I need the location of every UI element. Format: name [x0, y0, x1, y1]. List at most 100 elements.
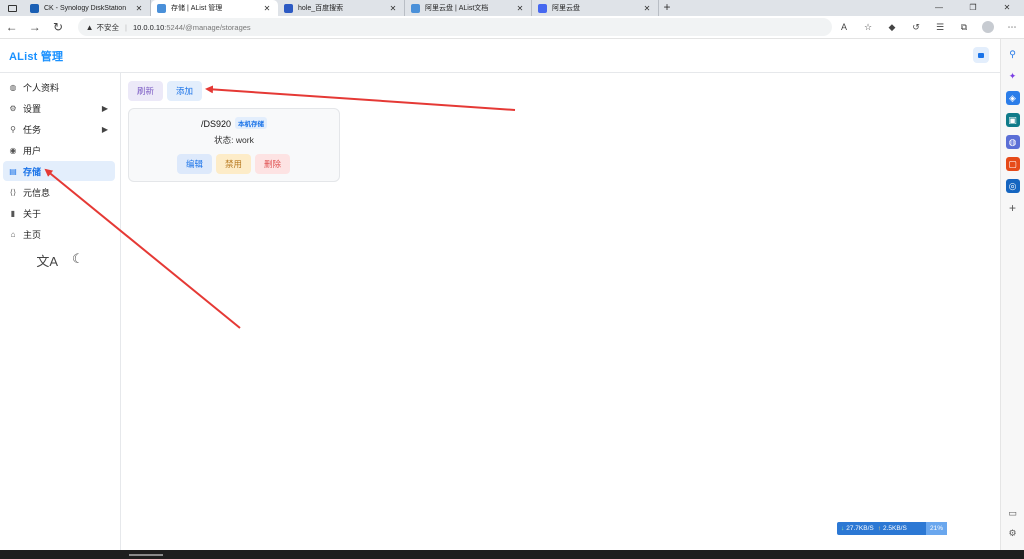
- edit-button[interactable]: 编辑: [177, 154, 212, 174]
- browser-side-panel: ⚲ ✦ ◈ ▣ ◍ ▢ ◎ + ▭ ⚙: [1000, 39, 1024, 550]
- tab-label: 阿里云盘: [552, 5, 580, 12]
- shopping-icon[interactable]: ◈: [1005, 91, 1020, 105]
- tab-label: hole_百度搜索: [298, 5, 344, 12]
- people-icon[interactable]: ◍: [1005, 135, 1020, 149]
- minimize-icon[interactable]: —: [922, 0, 956, 16]
- sidebar-item-label: 主页: [23, 229, 42, 240]
- tab-favicon-icon: [30, 3, 39, 13]
- upload-speed: 2.5KB/S: [882, 525, 907, 532]
- browser-tab[interactable]: 存储 | AList 管理 ✕: [151, 0, 278, 16]
- tab-close-icon[interactable]: ✕: [262, 4, 272, 13]
- favorite-add-icon[interactable]: ☆: [856, 22, 880, 33]
- home-icon: ⌂: [10, 229, 16, 239]
- tab-close-icon[interactable]: ✕: [515, 4, 525, 13]
- url-host: 10.0.0.10: [132, 22, 165, 32]
- reload-icon[interactable]: ↻: [46, 20, 69, 34]
- expand-arrow-icon[interactable]: ▶: [102, 125, 108, 134]
- settings-icon[interactable]: ⚙: [1006, 526, 1020, 540]
- meta-icon: ⟨⟩: [9, 187, 17, 197]
- sidebar-item-label: 设置: [23, 103, 42, 114]
- storage-status: 状态: work: [214, 135, 254, 145]
- gear-icon: ⚙: [9, 103, 17, 113]
- tab-close-icon[interactable]: ✕: [134, 4, 144, 13]
- read-aloud-icon[interactable]: A: [832, 22, 856, 32]
- sidebar-item-label: 任务: [23, 124, 42, 135]
- url-path: :5244/@manage/storages: [164, 22, 251, 32]
- tab-close-icon[interactable]: ✕: [388, 4, 398, 13]
- sidebar-item-label: 用户: [23, 145, 42, 156]
- favorites-icon[interactable]: ☰: [928, 22, 952, 33]
- browser-tab[interactable]: 阿里云盘 ✕: [532, 0, 659, 16]
- close-window-icon[interactable]: ✕: [990, 0, 1024, 16]
- browser-toolbar: ← → ↻ ▲ 不安全 | 10.0.0.10:5244/@manage/sto…: [0, 16, 1024, 39]
- sidebar-item-label: 关于: [23, 208, 42, 219]
- back-icon[interactable]: ←: [0, 20, 23, 34]
- storage-title: /DS920 本机存储: [129, 117, 339, 129]
- sidebar-item-label: 个人资料: [23, 82, 60, 93]
- browser-tab[interactable]: hole_百度搜索 ✕: [278, 0, 405, 16]
- more-icon[interactable]: ⋯: [1000, 22, 1024, 33]
- disable-button[interactable]: 禁用: [216, 154, 251, 174]
- tab-close-icon[interactable]: ✕: [642, 4, 652, 13]
- new-tab-button[interactable]: +: [659, 0, 675, 16]
- network-speed-widget: ↓ 27.7KB/S ↑ 2.5KB/S 21%: [837, 522, 947, 535]
- collections-icon[interactable]: ⧉: [952, 22, 976, 33]
- sidebar-item-label: 元信息: [23, 187, 51, 198]
- browser-tab[interactable]: CK - Synology DiskStation ✕: [24, 0, 151, 16]
- database-icon: ▤: [9, 166, 17, 176]
- tab-favicon-icon: [411, 3, 420, 13]
- url-separator: |: [125, 22, 127, 32]
- forward-icon[interactable]: →: [23, 20, 46, 34]
- taskbar-indicator: [129, 554, 163, 556]
- download-arrow-icon: ↓: [841, 525, 845, 532]
- sidebar-item[interactable]: ▮ 关于: [3, 203, 115, 223]
- refresh-button[interactable]: 刷新: [128, 81, 163, 101]
- add-panel-icon[interactable]: +: [1006, 201, 1020, 215]
- search-icon[interactable]: ⚲: [1006, 47, 1020, 61]
- extension-icon[interactable]: ◆: [880, 22, 904, 33]
- palette-icon: ◍: [9, 82, 17, 92]
- profile-avatar[interactable]: [982, 21, 995, 33]
- address-bar[interactable]: ▲ 不安全 | 10.0.0.10:5244/@manage/storages: [77, 18, 833, 36]
- browser-tab-strip: CK - Synology DiskStation ✕ 存储 | AList 管理 ✕…: [0, 0, 1024, 16]
- driver-badge: 本机存储: [235, 117, 268, 129]
- storage-card: /DS920 本机存储 状态: work 编辑 禁用 删除: [128, 108, 340, 182]
- restore-icon[interactable]: ❐: [956, 0, 990, 16]
- delete-button[interactable]: 删除: [255, 154, 290, 174]
- dark-mode-icon[interactable]: ☾: [72, 251, 84, 270]
- office-icon[interactable]: ▢: [1005, 157, 1020, 171]
- taskbar: [0, 550, 1024, 559]
- storage-path: /DS920: [200, 119, 232, 129]
- main-content: 刷新 添加 /DS920 本机存储 状态: work 编辑 禁用 删除: [121, 73, 1000, 550]
- sidebar-item[interactable]: ◉ 用户: [3, 140, 115, 160]
- browser-tab[interactable]: 阿里云盘 | AList文档 ✕: [405, 0, 532, 16]
- sidebar: ◍ 个人资料 ⚙ 设置 ▶ ⚲ 任务 ▶ ◉ 用户 ▤ 存储 ⟨⟩ 元信息 ▮ 关于 ⌂ 主页 文A ☾: [0, 73, 121, 550]
- tab-favicon-icon: [284, 3, 293, 13]
- add-button[interactable]: 添加: [167, 81, 202, 101]
- outlook-icon[interactable]: ◎: [1005, 179, 1020, 193]
- translate-icon[interactable]: 文A: [36, 251, 58, 270]
- usage-percent: 21%: [925, 522, 947, 535]
- sidebar-item-label: 存储: [23, 166, 42, 177]
- panel-layout-icon[interactable]: ▭: [1006, 506, 1020, 520]
- user-icon: ◉: [9, 145, 17, 155]
- expand-arrow-icon[interactable]: ▶: [102, 104, 108, 113]
- copilot-icon[interactable]: ✦: [1006, 69, 1020, 83]
- sidebar-item[interactable]: ◍ 个人资料: [3, 77, 115, 97]
- sidebar-item[interactable]: ⟨⟩ 元信息: [3, 182, 115, 202]
- sidebar-item[interactable]: ⚲ 任务 ▶: [3, 119, 115, 139]
- refresh-extension-icon[interactable]: ↺: [904, 22, 928, 33]
- sidebar-item[interactable]: ⚙ 设置 ▶: [3, 98, 115, 118]
- upload-arrow-icon: ↑: [877, 525, 881, 532]
- app-header: AList 管理: [0, 39, 1000, 73]
- sidebar-item[interactable]: ▤ 存储: [3, 161, 115, 181]
- warning-icon[interactable]: ▲: [86, 23, 94, 32]
- logout-button[interactable]: [973, 47, 989, 63]
- sidebar-item[interactable]: ⌂ 主页: [3, 224, 115, 244]
- tasks-icon: ⚲: [10, 124, 16, 134]
- tools-icon[interactable]: ▣: [1005, 113, 1020, 127]
- window-menu-icon[interactable]: [0, 0, 24, 16]
- chat-icon: ▮: [10, 208, 16, 218]
- tab-label: 阿里云盘 | AList文档: [425, 5, 489, 12]
- insecure-label: 不安全: [96, 22, 120, 32]
